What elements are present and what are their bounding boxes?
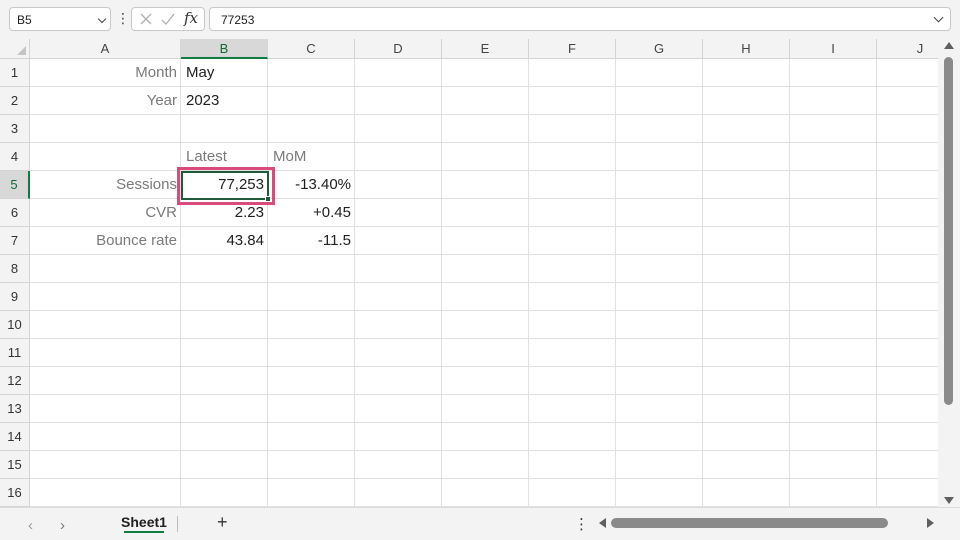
row-header-2[interactable]: 2 bbox=[0, 87, 30, 115]
name-box[interactable]: B5 bbox=[9, 7, 111, 31]
column-gridline bbox=[876, 59, 877, 507]
sheet-tab-label: Sheet1 bbox=[121, 514, 167, 530]
row-gridline bbox=[30, 478, 938, 479]
formula-value: 77253 bbox=[221, 13, 255, 27]
horizontal-scroll-thumb[interactable] bbox=[611, 518, 888, 528]
scroll-down-icon[interactable] bbox=[944, 497, 954, 504]
cell-A2[interactable]: Year bbox=[30, 87, 181, 115]
vertical-scrollbar[interactable] bbox=[938, 39, 960, 507]
row-gridline bbox=[30, 394, 938, 395]
column-header-h[interactable]: H bbox=[703, 39, 790, 59]
formula-input[interactable]: 77253 bbox=[209, 7, 951, 31]
formula-bar: B5 ⋮ fx 77253 bbox=[0, 0, 960, 38]
column-header-b[interactable]: B bbox=[181, 39, 268, 59]
row-header-11[interactable]: 11 bbox=[0, 339, 30, 367]
column-header-c[interactable]: C bbox=[268, 39, 355, 59]
expand-formula-icon[interactable] bbox=[933, 12, 944, 23]
highlight-box bbox=[177, 167, 275, 205]
row-header-15[interactable]: 15 bbox=[0, 451, 30, 479]
scroll-left-icon[interactable] bbox=[599, 518, 606, 528]
column-header-g[interactable]: G bbox=[616, 39, 703, 59]
formula-actions: fx bbox=[131, 7, 205, 31]
column-gridline bbox=[528, 59, 529, 507]
column-gridline bbox=[180, 59, 181, 507]
cell-C7[interactable]: -11.5 bbox=[268, 227, 355, 255]
row-header-12[interactable]: 12 bbox=[0, 367, 30, 395]
column-header-f[interactable]: F bbox=[529, 39, 616, 59]
tab-divider bbox=[177, 516, 178, 532]
active-tab-indicator bbox=[124, 531, 164, 533]
row-gridline bbox=[30, 422, 938, 423]
row-gridline bbox=[30, 282, 938, 283]
name-box-value: B5 bbox=[17, 13, 32, 27]
row-header-10[interactable]: 10 bbox=[0, 311, 30, 339]
row-header-7[interactable]: 7 bbox=[0, 227, 30, 255]
cell-C6[interactable]: +0.45 bbox=[268, 199, 355, 227]
vertical-scroll-thumb[interactable] bbox=[944, 57, 953, 405]
column-gridline bbox=[354, 59, 355, 507]
scroll-up-icon[interactable] bbox=[944, 42, 954, 49]
cell-B2[interactable]: 2023 bbox=[181, 87, 268, 115]
cell-A6[interactable]: CVR bbox=[30, 199, 181, 227]
column-gridline bbox=[702, 59, 703, 507]
cell-C5[interactable]: -13.40% bbox=[268, 171, 355, 199]
column-header-e[interactable]: E bbox=[442, 39, 529, 59]
more-options-icon[interactable]: ⋮ bbox=[116, 8, 130, 28]
row-header-3[interactable]: 3 bbox=[0, 115, 30, 143]
column-header-a[interactable]: A bbox=[30, 39, 181, 59]
cell-A7[interactable]: Bounce rate bbox=[30, 227, 181, 255]
column-header-i[interactable]: I bbox=[790, 39, 877, 59]
row-header-8[interactable]: 8 bbox=[0, 255, 30, 283]
row-header-5[interactable]: 5 bbox=[0, 171, 30, 199]
select-all-button[interactable] bbox=[0, 39, 30, 59]
row-gridline bbox=[30, 338, 938, 339]
more-options-icon[interactable]: ⋮ bbox=[574, 515, 589, 533]
row-header-1[interactable]: 1 bbox=[0, 59, 30, 87]
row-gridline bbox=[30, 366, 938, 367]
cancel-icon[interactable] bbox=[138, 11, 154, 27]
row-header-9[interactable]: 9 bbox=[0, 283, 30, 311]
scroll-right-icon[interactable] bbox=[927, 518, 934, 528]
cell-B1[interactable]: May bbox=[181, 59, 268, 87]
check-icon[interactable] bbox=[160, 11, 176, 27]
spreadsheet-grid: ABCDEFGHIJ 1 2 3 4 5 6 7 8 9 10 11 12 13 14 15 16 Month… bbox=[0, 39, 938, 507]
row-header-14[interactable]: 14 bbox=[0, 423, 30, 451]
cell-B7[interactable]: 43.84 bbox=[181, 227, 268, 255]
cell-C4[interactable]: MoM bbox=[268, 143, 355, 171]
row-header-4[interactable]: 4 bbox=[0, 143, 30, 171]
next-sheet-button[interactable]: › bbox=[60, 517, 65, 534]
cell-A1[interactable]: Month bbox=[30, 59, 181, 87]
previous-sheet-button[interactable]: ‹ bbox=[28, 517, 33, 534]
row-header-16[interactable]: 16 bbox=[0, 479, 30, 507]
column-gridline bbox=[441, 59, 442, 507]
insert-function-icon[interactable]: fx bbox=[184, 9, 198, 27]
sheet-tab-sheet1[interactable]: Sheet1 bbox=[116, 510, 172, 536]
column-header-j[interactable]: J bbox=[877, 39, 938, 59]
cell-A5[interactable]: Sessions bbox=[30, 171, 181, 199]
add-sheet-button[interactable]: + bbox=[217, 512, 228, 533]
row-gridline bbox=[30, 142, 938, 143]
chevron-down-icon[interactable] bbox=[97, 14, 107, 24]
row-gridline bbox=[30, 450, 938, 451]
column-gridline bbox=[267, 59, 268, 507]
column-gridline bbox=[615, 59, 616, 507]
row-header-6[interactable]: 6 bbox=[0, 199, 30, 227]
row-header-13[interactable]: 13 bbox=[0, 395, 30, 423]
select-all-icon bbox=[17, 46, 26, 55]
sheet-bar: ‹ › Sheet1 + ⋮ bbox=[0, 507, 960, 540]
column-header-d[interactable]: D bbox=[355, 39, 442, 59]
column-gridline bbox=[789, 59, 790, 507]
row-gridline bbox=[30, 310, 938, 311]
